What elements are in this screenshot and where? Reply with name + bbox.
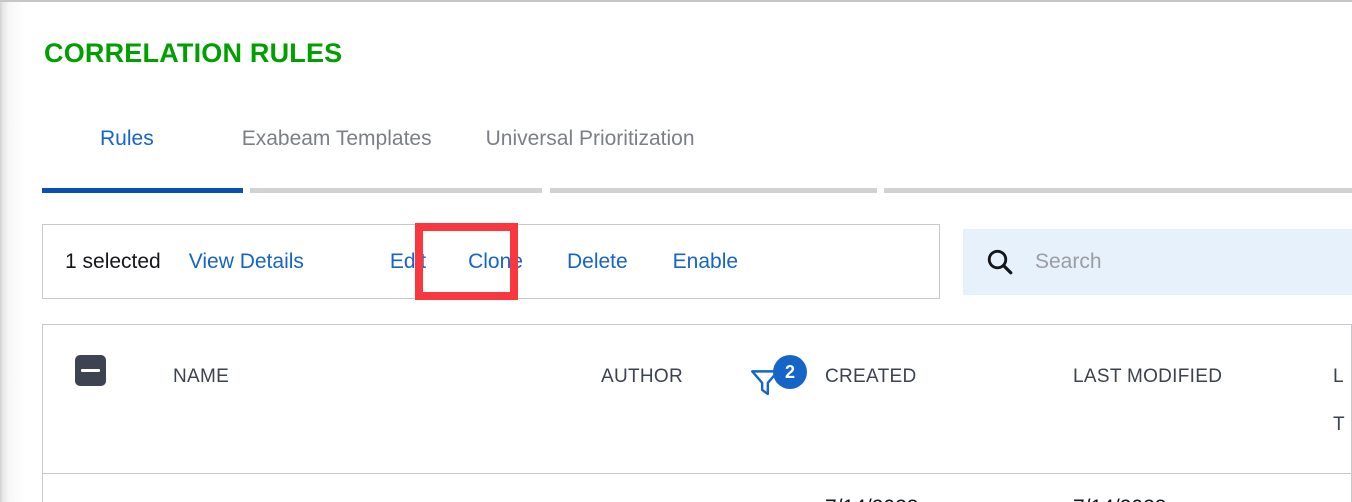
cell-last-modified: 7/14/2023 [1073, 496, 1166, 502]
search-input[interactable] [1035, 250, 1315, 274]
cell-created: 7/14/2023 [825, 496, 918, 502]
search-box[interactable] [963, 229, 1352, 295]
column-header-last-triggered[interactable]: L T [1333, 366, 1345, 436]
column-header-last-triggered-line1: L [1333, 366, 1344, 387]
tab-exabeam-templates[interactable]: Exabeam Templates [242, 126, 432, 152]
select-all-checkbox[interactable] [75, 355, 106, 386]
enable-button[interactable]: Enable [673, 250, 738, 274]
column-header-last-triggered-line2: T [1333, 414, 1345, 435]
tab-bar: Rules Exabeam Templates Universal Priori… [42, 126, 695, 188]
tab-underline-trailing [884, 188, 1352, 193]
tab-underline-universal-prioritization [550, 188, 877, 193]
column-header-author[interactable]: AUTHOR [601, 366, 683, 388]
correlation-rules-screen: CORRELATION RULES Rules Exabeam Template… [0, 0, 1352, 502]
minus-icon [81, 369, 100, 372]
column-header-created[interactable]: CREATED [825, 366, 916, 388]
delete-button[interactable]: Delete [567, 250, 628, 274]
column-header-name[interactable]: NAME [173, 366, 229, 388]
edit-button[interactable]: Edit [390, 250, 426, 274]
selection-action-toolbar: 1 selected View Details Edit Clone Delet… [42, 224, 940, 299]
left-edge-shadow [0, 2, 26, 502]
search-icon [987, 249, 1013, 275]
tab-underline-rules [42, 188, 243, 193]
author-filter-count-badge: 2 [773, 355, 807, 389]
selection-count-label: 1 selected [65, 249, 161, 273]
table-header-row: NAME AUTHOR 2 CREATED LAST MODIFIED L T [43, 325, 1351, 474]
clone-button[interactable]: Clone [468, 250, 523, 274]
tab-universal-prioritization[interactable]: Universal Prioritization [486, 126, 695, 152]
tab-rules[interactable]: Rules [100, 126, 154, 152]
author-filter-button[interactable]: 2 [748, 355, 820, 405]
column-header-last-modified[interactable]: LAST MODIFIED [1073, 366, 1222, 388]
view-details-button[interactable]: View Details [189, 250, 304, 274]
page-title: CORRELATION RULES [44, 38, 343, 68]
rules-table: NAME AUTHOR 2 CREATED LAST MODIFIED L T … [42, 324, 1352, 502]
tab-underline-exabeam-templates [250, 188, 542, 193]
table-row[interactable]: 7/14/2023 7/14/2023 [43, 474, 1351, 502]
